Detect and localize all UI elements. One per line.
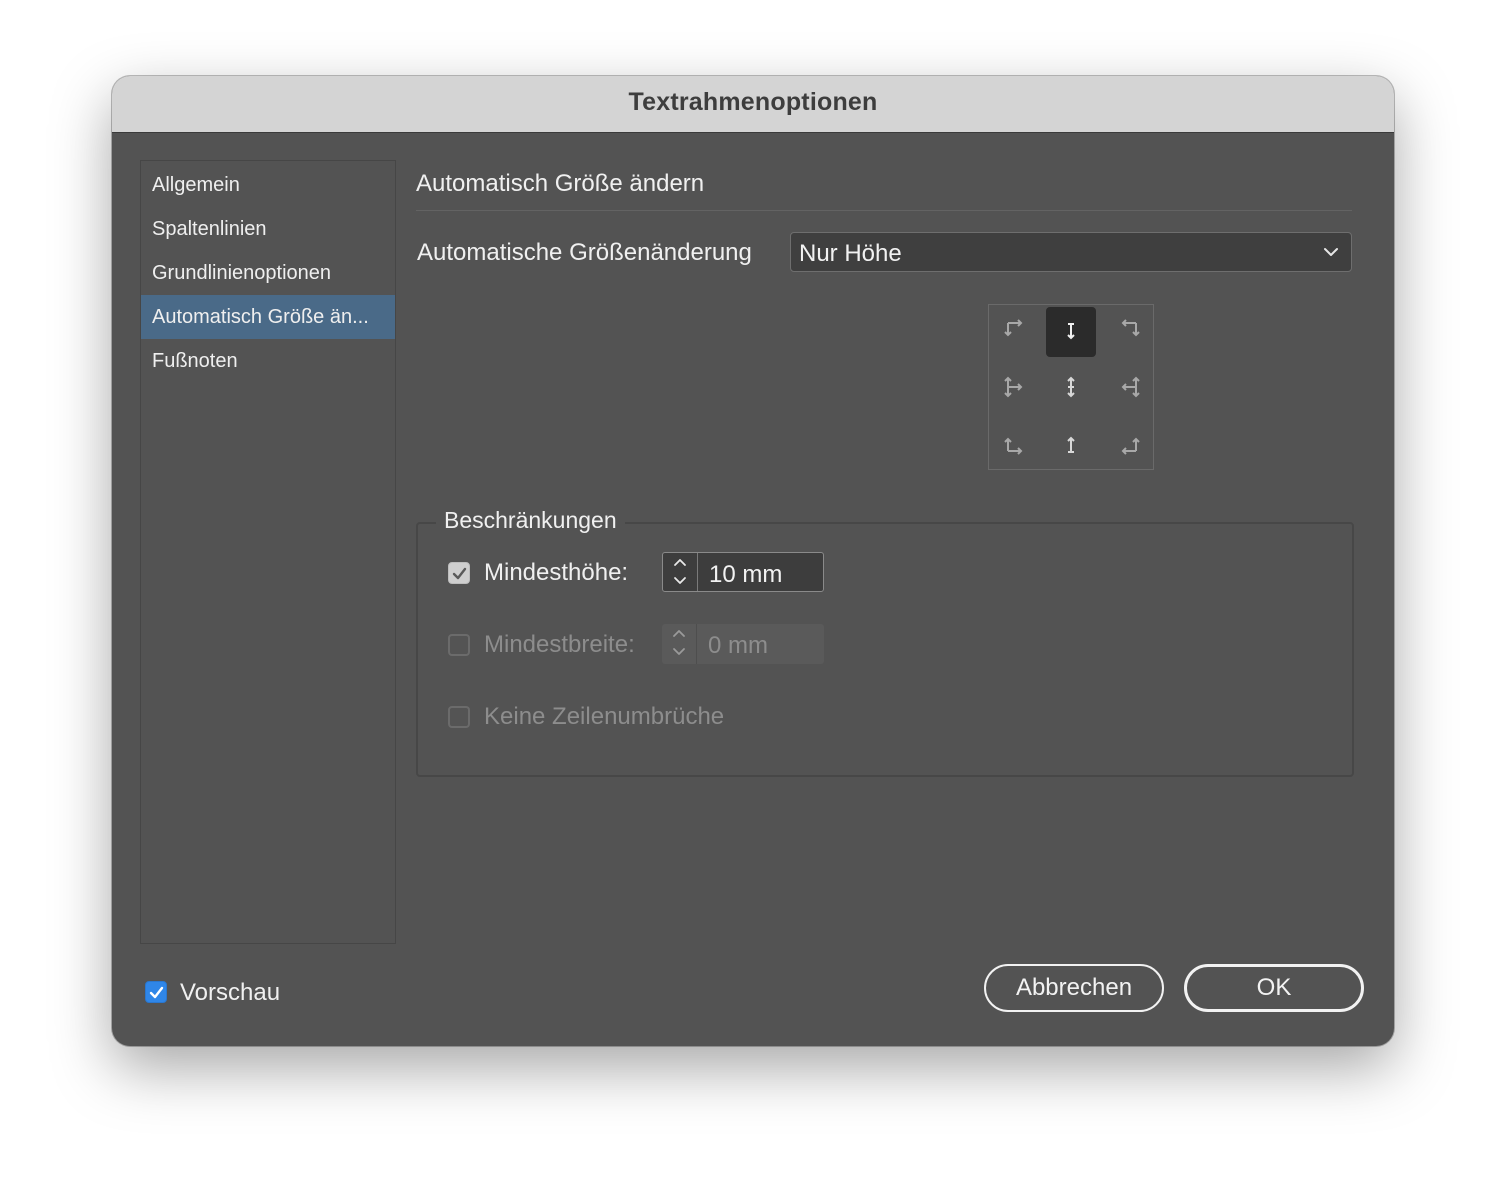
chevron-down-icon[interactable] [670, 646, 688, 658]
anchor-top-right[interactable] [1105, 305, 1155, 355]
auto-resize-label: Automatische Größenänderung [417, 239, 752, 266]
no-line-breaks-checkbox[interactable] [448, 706, 470, 728]
preview-label[interactable]: Vorschau [180, 979, 280, 1007]
arrow-up-left-icon [1121, 437, 1140, 455]
chevron-up-icon[interactable] [671, 556, 689, 568]
arrow-vertical-left-icon [1121, 376, 1140, 398]
sidebar-item-auto-size[interactable]: Automatisch Größe än... [141, 295, 395, 339]
ok-button[interactable]: OK [1184, 964, 1364, 1012]
anchor-middle-center[interactable] [1046, 362, 1096, 412]
auto-resize-value: Nur Höhe [799, 240, 902, 267]
anchor-bottom-center[interactable] [1046, 419, 1096, 469]
auto-resize-dropdown[interactable]: Nur Höhe [790, 232, 1352, 272]
min-width-checkbox[interactable] [448, 634, 470, 656]
anchor-middle-right[interactable] [1105, 362, 1155, 412]
min-width-label: Mindestbreite: [484, 631, 635, 658]
arrow-down-left-icon [1121, 319, 1140, 337]
min-height-stepper[interactable]: 10 mm [662, 552, 824, 592]
sidebar-nav: Allgemein Spaltenlinien Grundlinienoptio… [140, 160, 396, 944]
chevron-up-icon[interactable] [670, 627, 688, 639]
preview-checkbox[interactable] [145, 981, 167, 1003]
sidebar-item-allgemein[interactable]: Allgemein [141, 163, 395, 207]
arrow-vertical-icon [1067, 376, 1075, 398]
min-height-label: Mindesthöhe: [484, 559, 629, 586]
sidebar-item-fussnoten[interactable]: Fußnoten [141, 339, 395, 383]
title-bar[interactable]: Textrahmenoptionen [112, 76, 1394, 133]
cancel-button[interactable]: Abbrechen [984, 964, 1164, 1012]
anchor-bottom-right[interactable] [1105, 419, 1155, 469]
anchor-top-left[interactable] [989, 305, 1039, 355]
chevron-down-icon[interactable] [671, 575, 689, 587]
min-width-value[interactable]: 0 mm [708, 632, 768, 660]
chevron-down-icon [1324, 248, 1338, 256]
min-height-checkbox[interactable] [448, 562, 470, 584]
section-heading: Automatisch Größe ändern [416, 170, 705, 197]
arrow-down-icon [1067, 323, 1075, 340]
sidebar-item-spaltenlinien[interactable]: Spaltenlinien [141, 207, 395, 251]
dialog-title: Textrahmenoptionen [628, 88, 878, 116]
min-height-stepper-arrows[interactable] [663, 553, 698, 591]
min-width-stepper-arrows[interactable] [662, 624, 697, 664]
arrow-down-right-icon [1004, 319, 1023, 337]
anchor-middle-left[interactable] [989, 362, 1039, 412]
no-line-breaks-label: Keine Zeilenumbrüche [484, 703, 725, 730]
min-width-stepper[interactable]: 0 mm [662, 624, 824, 664]
anchor-point-grid [988, 304, 1154, 470]
text-frame-options-dialog: Textrahmenoptionen Allgemein Spaltenlini… [112, 76, 1394, 1046]
anchor-bottom-left[interactable] [989, 419, 1039, 469]
arrow-up-right-icon [1004, 437, 1023, 455]
anchor-top-center[interactable] [1046, 307, 1096, 357]
min-height-value[interactable]: 10 mm [709, 561, 782, 589]
sidebar-item-grundlinienoptionen[interactable]: Grundlinienoptionen [141, 251, 395, 295]
checkmark-icon [149, 986, 164, 999]
heading-divider [416, 210, 1352, 211]
arrow-up-icon [1067, 436, 1075, 453]
arrow-vertical-right-icon [1004, 376, 1023, 398]
checkmark-icon [452, 567, 467, 580]
constraints-title: Beschränkungen [436, 507, 625, 534]
